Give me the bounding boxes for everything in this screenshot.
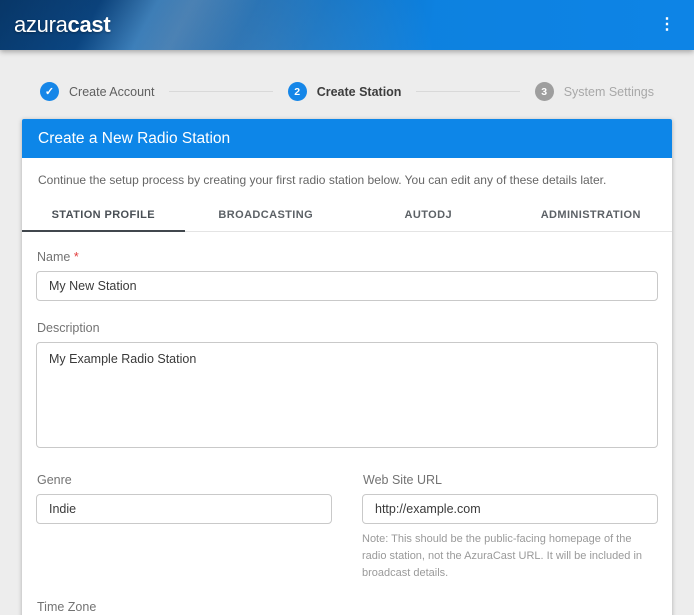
check-icon: ✓ [45, 85, 54, 98]
timezone-field-group: Time Zone ▼ New York (UTC-4) Scheduled p… [36, 600, 658, 615]
description-label: Description [37, 321, 658, 335]
step-label: System Settings [564, 85, 654, 99]
genre-field-group: Genre [36, 473, 332, 582]
step-number-circle: 2 [288, 82, 307, 101]
name-input[interactable] [36, 271, 658, 301]
step-complete-circle: ✓ [40, 82, 59, 101]
timezone-label: Time Zone [37, 600, 658, 614]
genre-label: Genre [37, 473, 332, 487]
description-field-group: Description My Example Radio Station [36, 321, 658, 453]
genre-website-row: Genre Web Site URL Note: This should be … [36, 473, 658, 582]
tab-autodj[interactable]: AUTODJ [347, 199, 510, 231]
tab-station-profile[interactable]: STATION PROFILE [22, 199, 185, 232]
stepper-connector [416, 91, 519, 92]
station-profile-form: Name * Description My Example Radio Stat… [22, 232, 672, 615]
tab-administration[interactable]: ADMINISTRATION [510, 199, 673, 231]
create-station-card: Create a New Radio Station Continue the … [22, 119, 672, 615]
name-label-text: Name [37, 250, 70, 264]
stepper-step-create-station: 2 Create Station [288, 82, 402, 101]
website-label: Web Site URL [363, 473, 658, 487]
stepper-step-system-settings: 3 System Settings [535, 82, 654, 101]
station-tabs: STATION PROFILE BROADCASTING AUTODJ ADMI… [22, 199, 672, 232]
logo-text-regular: azura [14, 12, 68, 37]
name-label: Name * [37, 250, 658, 264]
stepper-connector [169, 91, 272, 92]
card-title: Create a New Radio Station [22, 119, 672, 158]
name-field-group: Name * [36, 250, 658, 301]
tab-broadcasting[interactable]: BROADCASTING [185, 199, 348, 231]
setup-stepper: ✓ Create Account 2 Create Station 3 Syst… [40, 82, 654, 101]
required-asterisk: * [74, 250, 79, 264]
description-textarea[interactable]: My Example Radio Station [36, 342, 658, 448]
step-label: Create Account [69, 85, 154, 99]
genre-input[interactable] [36, 494, 332, 524]
kebab-menu-icon[interactable]: ⋮ [654, 12, 680, 38]
website-note: Note: This should be the public-facing h… [362, 531, 658, 582]
step-label: Create Station [317, 85, 402, 99]
logo-text-bold: cast [68, 12, 111, 37]
top-navbar: azuracast ⋮ [0, 0, 694, 50]
website-field-group: Web Site URL Note: This should be the pu… [362, 473, 658, 582]
stepper-step-create-account: ✓ Create Account [40, 82, 154, 101]
azuracast-logo: azuracast [14, 12, 110, 38]
step-number-circle: 3 [535, 82, 554, 101]
card-intro-text: Continue the setup process by creating y… [22, 158, 672, 192]
website-input[interactable] [362, 494, 658, 524]
